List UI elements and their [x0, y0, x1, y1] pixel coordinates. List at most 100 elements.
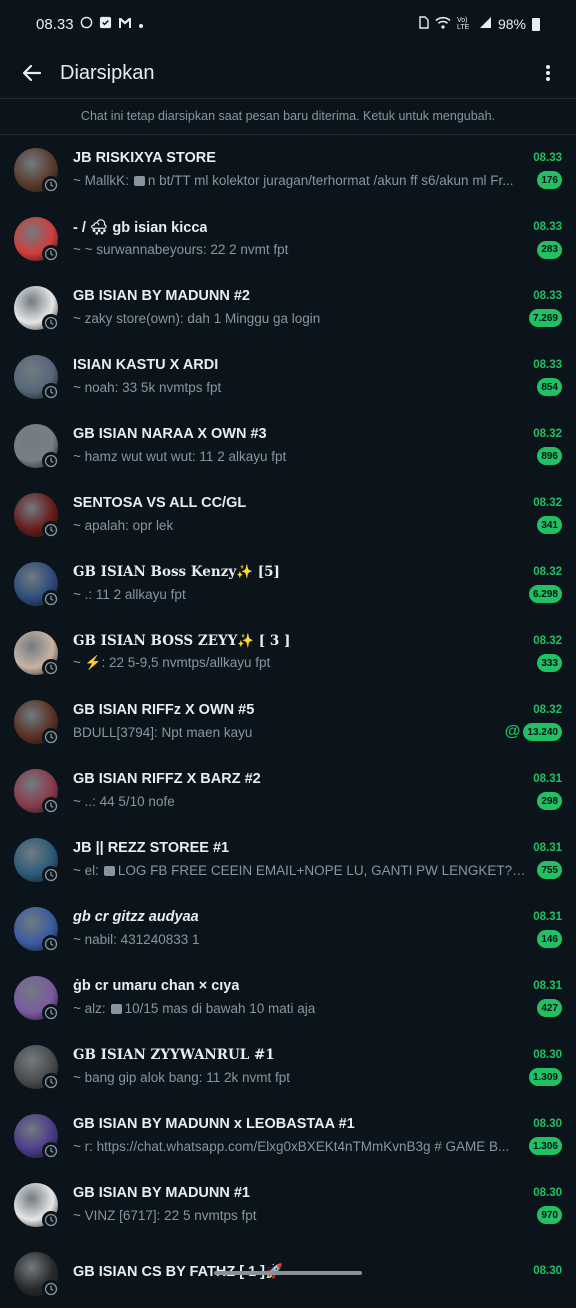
disappearing-timer-icon: [42, 1072, 60, 1091]
chat-name: gb cr gitzz audyaa: [73, 909, 199, 925]
chat-avatar[interactable]: [14, 1251, 60, 1298]
chat-time: 08.32: [533, 428, 562, 440]
status-time: 08.33: [36, 15, 74, 33]
unread-wrap: 1.306: [528, 1137, 562, 1155]
unread-badge: 755: [537, 861, 562, 879]
chat-row-top: gb cr gitzz audyaa 08.31: [73, 909, 562, 925]
unread-wrap: 854: [537, 378, 562, 396]
unread-badge: 1.306: [528, 1137, 562, 1155]
home-indicator[interactable]: [214, 1271, 362, 1275]
chat-row[interactable]: GB ISIAN RIFFz X OWN #5 08.32 BDULL[3794…: [0, 687, 576, 756]
chat-body: GB ISIAN RIFFz X OWN #5 08.32 BDULL[3794…: [73, 702, 562, 741]
chat-body: JB RISKIXYA STORE 08.33 ~ MallkK: n bt/TT…: [73, 150, 562, 189]
chat-row-bottom: ~ ..: 44 5/10 nofe 298: [73, 792, 562, 810]
chat-avatar[interactable]: [14, 285, 60, 332]
chat-avatar[interactable]: [14, 423, 60, 470]
unread-wrap: 283: [537, 240, 562, 259]
preview-text: LOG FB FREE CEEIN EMAIL+NOPE LU, GANTI P…: [117, 862, 530, 878]
chat-avatar[interactable]: [14, 1113, 60, 1160]
network-label: Vo) LTE: [456, 17, 470, 31]
chat-body: GB ISIAN RIFFZ X BARZ #2 08.31 ~ ..: 44 …: [73, 771, 562, 810]
unread-badge: 427: [537, 999, 562, 1017]
chat-row[interactable]: GB ISIAN BY MADUNN x LEOBASTAA #1 08.30 …: [0, 1101, 576, 1170]
back-arrow-icon[interactable]: [18, 59, 46, 87]
chat-avatar[interactable]: [14, 699, 60, 746]
status-right: Vo) LTE 98%: [419, 16, 540, 32]
chat-row[interactable]: GB ISIAN BOSS ZEYY✨ [ 3 ] 08.32 ~ ⚡: 22 …: [0, 618, 576, 687]
unread-wrap: 970: [537, 1206, 562, 1224]
chat-row[interactable]: - / 🌨 gb isian kicca 08.33 ~ ~ surwannab…: [0, 204, 576, 273]
chat-body: SENTOSA VS ALL CC/GL 08.32 ~ apalah: opr…: [73, 495, 562, 534]
preview-sender: ~ el:: [73, 862, 99, 878]
chat-row[interactable]: GB ISIAN Boss Kenzy✨ [5] 08.32 ~ .: 11 2…: [0, 549, 576, 618]
chat-avatar[interactable]: [14, 837, 60, 884]
chat-row[interactable]: GB ISIAN RIFFZ X BARZ #2 08.31 ~ ..: 44 …: [0, 756, 576, 825]
chat-row[interactable]: GB ISIAN BY MADUNN #1 08.30 ~ VINZ [6717…: [0, 1170, 576, 1239]
chat-avatar[interactable]: [14, 147, 60, 194]
chat-avatar[interactable]: [14, 768, 60, 815]
chat-row[interactable]: SENTOSA VS ALL CC/GL 08.32 ~ apalah: opr…: [0, 480, 576, 549]
disappearing-timer-icon: [42, 1279, 60, 1298]
chat-body: gb cr gitzz audyaa 08.31 ~ nabil: 431240…: [73, 909, 562, 948]
battery-icon: [532, 17, 540, 31]
chat-preview: ~ noah: 33 5k nvmtps fpt: [73, 380, 529, 395]
chat-preview: ~ r: https://chat.whatsapp.com/Elxg0xBXE…: [73, 1139, 521, 1154]
unread-wrap: 176: [537, 171, 562, 189]
preview-sender: ~ r: https://chat.whatsapp.com/Elxg0xBXE…: [73, 1138, 510, 1154]
disappearing-timer-icon: [42, 658, 60, 677]
unread-wrap: 341: [537, 516, 562, 534]
more-notifications-dot-icon: [138, 17, 144, 32]
chat-row-top: GB ISIAN BOSS ZEYY✨ [ 3 ] 08.32: [73, 633, 562, 649]
chat-row-bottom: ~ apalah: opr lek 341: [73, 516, 562, 534]
preview-sender: ~ alz:: [73, 1000, 106, 1016]
chat-avatar[interactable]: [14, 1044, 60, 1091]
chat-row[interactable]: GB ISIAN ZYYWANRUL #1 08.30 ~ bang gip a…: [0, 1032, 576, 1101]
disappearing-timer-icon: [42, 1141, 60, 1160]
check-notification-icon: [99, 16, 112, 32]
chat-row-bottom: ~ hamz wut wut wut: 11 2 alkayu fpt 896: [73, 447, 562, 465]
preview-sender: ~ bang gip alok bang: 11 2k nvmt fpt: [73, 1069, 291, 1085]
chat-row[interactable]: gb cr gitzz audyaa 08.31 ~ nabil: 431240…: [0, 894, 576, 963]
preview-text: 10/15 mas di bawah 10 mati aja: [124, 1000, 316, 1016]
preview-sender: ~ .: 11 2 allkayu fpt: [73, 586, 186, 602]
disappearing-timer-icon: [42, 1210, 60, 1229]
unread-badge: 283: [537, 240, 562, 259]
chat-row[interactable]: GB ISIAN BY MADUNN #2 08.33 ~ zaky store…: [0, 273, 576, 342]
chat-avatar[interactable]: [14, 1182, 60, 1229]
chat-preview: BDULL[3794]: Npt maen kayu: [73, 725, 497, 740]
unread-wrap: 333: [537, 654, 562, 672]
chat-row[interactable]: ISIAN KASTU X ARDI 08.33 ~ noah: 33 5k n…: [0, 342, 576, 411]
chat-name: GB ISIAN BY MADUNN #1: [73, 1185, 250, 1201]
chat-avatar[interactable]: [14, 354, 60, 401]
chat-name: GB ISIAN RIFFZ X BARZ #2: [73, 771, 261, 787]
chat-avatar[interactable]: [14, 630, 60, 677]
chat-row[interactable]: JB RISKIXYA STORE 08.33 ~ MallkK: n bt/TT…: [0, 135, 576, 204]
chat-time: 08.31: [533, 980, 562, 992]
chat-avatar[interactable]: [14, 216, 60, 263]
chat-row[interactable]: GB ISIAN NARAA X OWN #3 08.32 ~ hamz wut…: [0, 411, 576, 480]
chat-preview: ~ MallkK: n bt/TT ml kolektor juragan/ter…: [73, 173, 529, 188]
archive-notice[interactable]: Chat ini tetap diarsipkan saat pesan bar…: [0, 99, 576, 134]
chat-row-bottom: ~ el: LOG FB FREE CEEIN EMAIL+NOPE LU, GA…: [73, 861, 562, 879]
chat-name: GB ISIAN ZYYWANRUL #1: [73, 1047, 275, 1063]
photo-icon: [110, 1003, 122, 1014]
chat-avatar[interactable]: [14, 492, 60, 539]
chat-avatar[interactable]: [14, 906, 60, 953]
chat-preview: ~ .: 11 2 allkayu fpt: [73, 587, 521, 602]
chat-time: 08.33: [533, 221, 562, 233]
preview-sender: ~ hamz wut wut wut: 11 2 alkayu fpt: [73, 448, 287, 464]
chat-avatar[interactable]: [14, 975, 60, 1022]
chat-row-top: ISIAN KASTU X ARDI 08.33: [73, 357, 562, 373]
chat-time: 08.32: [533, 635, 562, 647]
chat-row-bottom: ~ VINZ [6717]: 22 5 nvmtps fpt 970: [73, 1206, 562, 1224]
preview-sender: ~ zaky store(own): dah 1 Minggu ga login: [73, 310, 321, 326]
chat-row[interactable]: ġb cr umaru chan × cıya 08.31 ~ alz: 10/1…: [0, 963, 576, 1032]
preview-sender: ~ nabil: 431240833 1: [73, 931, 200, 947]
photo-icon: [103, 865, 115, 876]
chat-row-bottom: ~ alz: 10/15 mas di bawah 10 mati aja 427: [73, 999, 562, 1017]
chat-avatar[interactable]: [14, 561, 60, 608]
preview-sender: ~ apalah: opr lek: [73, 517, 174, 533]
chat-time: 08.32: [533, 704, 562, 716]
chat-row[interactable]: JB || REZZ STOREE #1 08.31 ~ el: LOG FB F…: [0, 825, 576, 894]
more-options-icon[interactable]: [536, 59, 560, 87]
